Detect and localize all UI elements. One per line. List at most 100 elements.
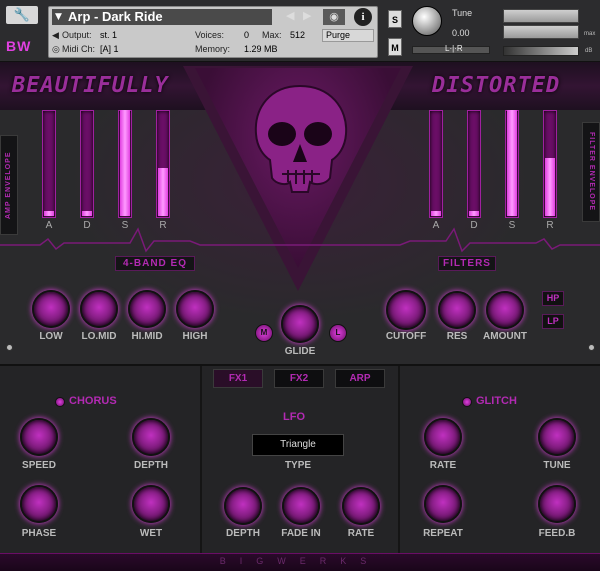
chorus-wet-label: WET xyxy=(139,528,163,539)
glitch-enable-led[interactable] xyxy=(462,397,472,407)
amp-env-slider-s[interactable] xyxy=(118,110,132,218)
amp-env-slider-fill xyxy=(44,211,54,216)
camera-icon[interactable]: ◉ xyxy=(323,9,345,25)
left-indicator-dot xyxy=(6,344,13,351)
filter-envelope-tab: FILTER ENVELOPE xyxy=(582,122,600,222)
wrench-icon[interactable]: 🔧 xyxy=(6,6,38,24)
filter-env-slider-r[interactable] xyxy=(543,110,557,218)
chorus-depth-knob[interactable] xyxy=(132,418,170,456)
chorus-wet-knob[interactable] xyxy=(132,485,170,523)
amount-label: AMOUNT xyxy=(483,331,527,342)
filter-env-slider-label: R xyxy=(546,220,554,231)
filter-env-slider-fill xyxy=(431,211,441,216)
amp-env-slider-label: S xyxy=(121,220,129,231)
level-meter-right xyxy=(503,25,579,39)
filter-env-slider-fill xyxy=(545,158,555,216)
amount-knob[interactable] xyxy=(486,291,524,329)
cutoff-knob[interactable] xyxy=(386,290,426,330)
max-voices-value[interactable]: 512 xyxy=(290,30,305,40)
next-preset-icon[interactable]: ▶ xyxy=(303,9,311,22)
midi-icon: ◎ xyxy=(52,44,60,54)
eq-lomid-knob[interactable] xyxy=(80,290,118,328)
eq-low-knob[interactable] xyxy=(32,290,70,328)
lfo-rate-knob[interactable] xyxy=(342,487,380,525)
filter-env-slider-s[interactable] xyxy=(505,110,519,218)
lfo-type-select[interactable]: Triangle xyxy=(252,434,344,456)
glitch-rate-label: RATE xyxy=(429,460,457,471)
glitch-repeat-knob[interactable] xyxy=(424,485,462,523)
instrument-name[interactable]: Arp - Dark Ride xyxy=(52,9,272,25)
lp-button[interactable]: LP xyxy=(542,314,564,329)
divider-left xyxy=(200,366,202,553)
voices-label: Voices: xyxy=(195,30,225,40)
amp-env-slider-fill xyxy=(82,211,92,216)
lfo-depth-label: DEPTH xyxy=(226,528,260,539)
eq-section-label: 4-BAND EQ xyxy=(115,256,195,271)
res-knob[interactable] xyxy=(438,291,476,329)
filter-env-slider-label: A xyxy=(432,220,440,231)
filters-section-label: FILTERS xyxy=(438,256,496,271)
eq-high-label: HIGH xyxy=(182,331,208,342)
tune-label: Tune xyxy=(452,8,473,18)
filter-env-slider-d[interactable] xyxy=(467,110,481,218)
tab-arp[interactable]: ARP xyxy=(335,369,385,388)
tune-value: 0.00 xyxy=(452,28,470,38)
title-right: DISTORTED xyxy=(432,73,561,98)
instrument-logo: BW xyxy=(6,38,32,54)
midi-label: Midi Ch: xyxy=(62,44,96,54)
mute-button[interactable]: M xyxy=(388,38,402,56)
level-meter-left xyxy=(503,9,579,23)
amp-env-slider-a[interactable] xyxy=(42,110,56,218)
title-left: BEAUTIFULLY xyxy=(12,73,169,98)
tab-fx1[interactable]: FX1 xyxy=(213,369,263,388)
footer-brand: BIGWERKS xyxy=(219,556,381,566)
memory-value: 1.29 MB xyxy=(244,44,278,54)
voices-value: 0 xyxy=(244,30,250,40)
glide-knob[interactable] xyxy=(281,305,319,343)
amp-env-slider-r[interactable] xyxy=(156,110,170,218)
glitch-feedb-knob[interactable] xyxy=(538,485,576,523)
lfo-fadein-label: FADE IN xyxy=(281,528,321,539)
prev-preset-icon[interactable]: ◀ xyxy=(286,9,294,22)
glitch-title: GLITCH xyxy=(476,395,517,407)
glitch-tune-knob[interactable] xyxy=(538,418,576,456)
filter-env-slider-label: D xyxy=(470,220,478,231)
lfo-depth-knob[interactable] xyxy=(224,487,262,525)
filter-env-slider-label: S xyxy=(508,220,516,231)
output-value[interactable]: st. 1 xyxy=(100,30,117,40)
amp-env-slider-label: A xyxy=(45,220,53,231)
lfo-type-label: TYPE xyxy=(284,460,312,471)
hp-button[interactable]: HP xyxy=(542,291,564,306)
chorus-title: CHORUS xyxy=(69,395,117,407)
chorus-enable-led[interactable] xyxy=(55,397,65,407)
lfo-title: LFO xyxy=(283,411,305,423)
midi-value[interactable]: [A] 1 xyxy=(100,44,119,54)
max-meter-label: max xyxy=(584,31,596,37)
chorus-depth-label: DEPTH xyxy=(134,460,168,471)
solo-button[interactable]: S xyxy=(388,10,402,28)
pan-value: L·|·R xyxy=(445,44,463,53)
max-label: Max: xyxy=(262,30,282,40)
output-icon: ◀ xyxy=(52,30,59,40)
tune-knob[interactable] xyxy=(412,6,442,36)
chorus-phase-knob[interactable] xyxy=(20,485,58,523)
info-icon[interactable]: i xyxy=(354,8,372,26)
glide-mode-l[interactable]: L xyxy=(329,324,347,342)
glide-mode-m[interactable]: M xyxy=(255,324,273,342)
filter-env-slider-fill xyxy=(469,211,479,216)
glitch-tune-label: TUNE xyxy=(543,460,571,471)
volume-slider[interactable] xyxy=(503,46,579,56)
eq-himid-knob[interactable] xyxy=(128,290,166,328)
eq-high-knob[interactable] xyxy=(176,290,214,328)
instrument-menu-arrow-icon[interactable]: ▼ xyxy=(55,12,62,22)
db-label: dB xyxy=(585,48,593,54)
lfo-fadein-knob[interactable] xyxy=(282,487,320,525)
chorus-speed-knob[interactable] xyxy=(20,418,58,456)
purge-dropdown[interactable]: Purge xyxy=(322,29,374,42)
tab-fx2[interactable]: FX2 xyxy=(274,369,324,388)
filter-env-slider-a[interactable] xyxy=(429,110,443,218)
glitch-rate-knob[interactable] xyxy=(424,418,462,456)
glide-label: GLIDE xyxy=(284,346,316,357)
amp-env-slider-d[interactable] xyxy=(80,110,94,218)
amp-env-slider-label: D xyxy=(83,220,91,231)
